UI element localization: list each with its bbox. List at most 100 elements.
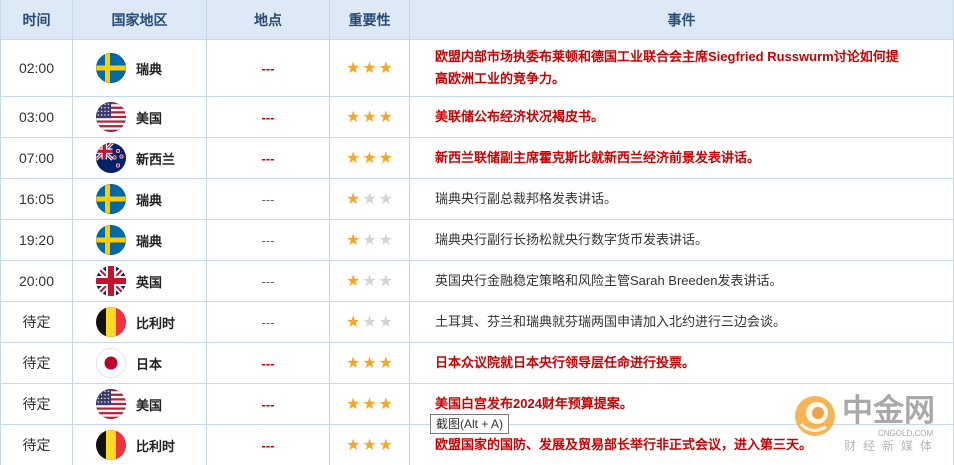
event-country: 比利时 — [73, 302, 207, 342]
event-text: 美联储公布经济状况褐皮书。 — [435, 109, 605, 124]
table-row: 02:00 瑞典 --- ★ ★ ★ 欧盟内部市场执委布莱顿和德国工业联合会主席Siegfr… — [1, 40, 953, 97]
star-filled-icon: ★ — [362, 58, 377, 77]
table-row: 19:20 瑞典 --- ★ ★ ★ 瑞典央行副行长扬松就央行数字货币发表讲话。 — [1, 220, 953, 261]
screenshot-tooltip: 截图(Alt + A) — [430, 414, 510, 434]
star-filled-icon: ★ — [378, 353, 394, 372]
importance-rating: ★ ★ ★ — [330, 40, 410, 96]
country-name: 比利时 — [136, 315, 176, 331]
event-country: 瑞典 — [73, 40, 207, 96]
event-country: 瑞典 — [73, 220, 207, 260]
event-description: 欧盟内部市场执委布莱顿和德国工业联合会主席Siegfried Russwurm讨… — [410, 40, 953, 96]
event-text: 英国央行金融稳定策略和风险主管Sarah Breeden发表讲话。 — [435, 273, 783, 288]
event-text: 新西兰联储副主席霍克斯比就新西兰经济前景发表讲话。 — [435, 150, 761, 165]
belgium-flag-icon — [96, 307, 126, 337]
watermark-domain: CNGOLD.COM — [878, 429, 934, 438]
event-location: --- — [207, 220, 330, 260]
event-time: 20:00 — [1, 261, 73, 301]
event-description: 美联储公布经济状况褐皮书。 — [410, 97, 953, 137]
event-country: 日本 — [73, 343, 207, 383]
event-time: 待定 — [1, 343, 73, 383]
star-filled-icon: ★ — [345, 394, 361, 413]
table-row: 03:00 美国 --- ★ ★ ★ 美联储公布经济状况褐皮书。 — [1, 97, 953, 138]
event-text: 日本众议院就日本央行领导层任命进行投票。 — [435, 355, 696, 370]
star-filled-icon: ★ — [345, 58, 361, 77]
table-row: 16:05 瑞典 --- ★ ★ ★ 瑞典央行副总裁邦格发表讲话。 — [1, 179, 953, 220]
sweden-flag-icon — [96, 53, 126, 83]
event-country: 美国 — [73, 97, 207, 137]
event-time: 待定 — [1, 302, 73, 342]
star-empty-icon: ★ — [362, 230, 377, 249]
event-text: 欧盟国家的国防、发展及贸易部长举行非正式会议，进入第三天。 — [435, 437, 813, 452]
event-time: 07:00 — [1, 138, 73, 178]
watermark-slogan: 财经新媒体 — [844, 439, 940, 453]
importance-rating: ★ ★ ★ — [330, 138, 410, 178]
star-filled-icon: ★ — [362, 394, 377, 413]
table-row: 20:00 英国 --- ★ ★ ★ 英国央行金融稳定策略和风险主管Sarah Breede… — [1, 261, 953, 302]
country-name: 新西兰 — [136, 151, 176, 167]
star-filled-icon: ★ — [378, 394, 394, 413]
importance-rating: ★ ★ ★ — [330, 384, 410, 424]
event-country: 英国 — [73, 261, 207, 301]
usa-flag-icon — [96, 389, 126, 419]
event-description: 瑞典央行副行长扬松就央行数字货币发表讲话。 — [410, 220, 953, 260]
star-filled-icon: ★ — [345, 148, 361, 167]
star-filled-icon: ★ — [378, 107, 394, 126]
event-time: 02:00 — [1, 40, 73, 96]
header-location: 地点 — [207, 0, 330, 39]
event-country: 瑞典 — [73, 179, 207, 219]
event-text: 瑞典央行副行长扬松就央行数字货币发表讲话。 — [435, 232, 709, 247]
event-text: 美国白宫发布2024财年预算提案。 — [435, 396, 633, 411]
country-name: 瑞典 — [136, 233, 163, 249]
header-event: 事件 — [667, 11, 696, 28]
watermark-brand: 中金网 — [842, 393, 935, 428]
event-time: 16:05 — [1, 179, 73, 219]
star-empty-icon: ★ — [378, 230, 394, 249]
event-description: 瑞典央行副总裁邦格发表讲话。 — [410, 179, 953, 219]
star-filled-icon: ★ — [345, 353, 361, 372]
event-location: --- — [207, 40, 330, 96]
table-row: 07:00 新西兰 --- ★ ★ ★ 新西兰联储副主席霍克斯比就新西兰经济前景发表讲话。 — [1, 138, 953, 179]
star-empty-icon: ★ — [378, 312, 394, 331]
event-location: --- — [207, 302, 330, 342]
country-name: 比利时 — [136, 438, 176, 454]
event-country: 新西兰 — [73, 138, 207, 178]
country-name: 美国 — [136, 397, 163, 413]
header-importance: 重要性 — [330, 0, 410, 39]
star-filled-icon: ★ — [345, 271, 361, 290]
star-filled-icon: ★ — [362, 435, 377, 454]
importance-rating: ★ ★ ★ — [330, 179, 410, 219]
event-location: --- — [207, 425, 330, 465]
star-filled-icon: ★ — [362, 148, 377, 167]
event-location: --- — [207, 384, 330, 424]
star-filled-icon: ★ — [362, 353, 377, 372]
event-location: --- — [207, 343, 330, 383]
table-row: 待定 日本 --- ★ ★ ★ 日本众议院就日本央行领导层任命进行投票。 — [1, 343, 953, 384]
country-name: 瑞典 — [136, 61, 163, 77]
importance-rating: ★ ★ ★ — [330, 261, 410, 301]
event-time: 19:20 — [1, 220, 73, 260]
sweden-flag-icon — [96, 184, 126, 214]
japan-flag-icon — [96, 348, 126, 378]
star-filled-icon: ★ — [362, 107, 377, 126]
new-zealand-flag-icon — [96, 143, 126, 173]
star-empty-icon: ★ — [362, 189, 377, 208]
event-text: 欧盟内部市场执委布莱顿和德国工业联合会主席Siegfried Russwurm讨… — [435, 49, 899, 86]
event-description: 新西兰联储副主席霍克斯比就新西兰经济前景发表讲话。 — [410, 138, 953, 178]
event-location: --- — [207, 97, 330, 137]
star-filled-icon: ★ — [378, 58, 394, 77]
event-location: --- — [207, 261, 330, 301]
importance-rating: ★ ★ ★ — [330, 220, 410, 260]
star-filled-icon: ★ — [345, 230, 361, 249]
star-filled-icon: ★ — [345, 107, 361, 126]
star-empty-icon: ★ — [362, 271, 377, 290]
star-filled-icon: ★ — [378, 148, 394, 167]
star-empty-icon: ★ — [378, 271, 394, 290]
event-time: 待定 — [1, 384, 73, 424]
event-time: 03:00 — [1, 97, 73, 137]
event-description: 日本众议院就日本央行领导层任命进行投票。 — [410, 343, 953, 383]
country-name: 日本 — [136, 356, 163, 372]
header-country: 国家地区 — [73, 0, 207, 39]
belgium-flag-icon — [96, 430, 126, 460]
star-filled-icon: ★ — [378, 435, 394, 454]
cngold-logo-icon — [793, 394, 837, 438]
